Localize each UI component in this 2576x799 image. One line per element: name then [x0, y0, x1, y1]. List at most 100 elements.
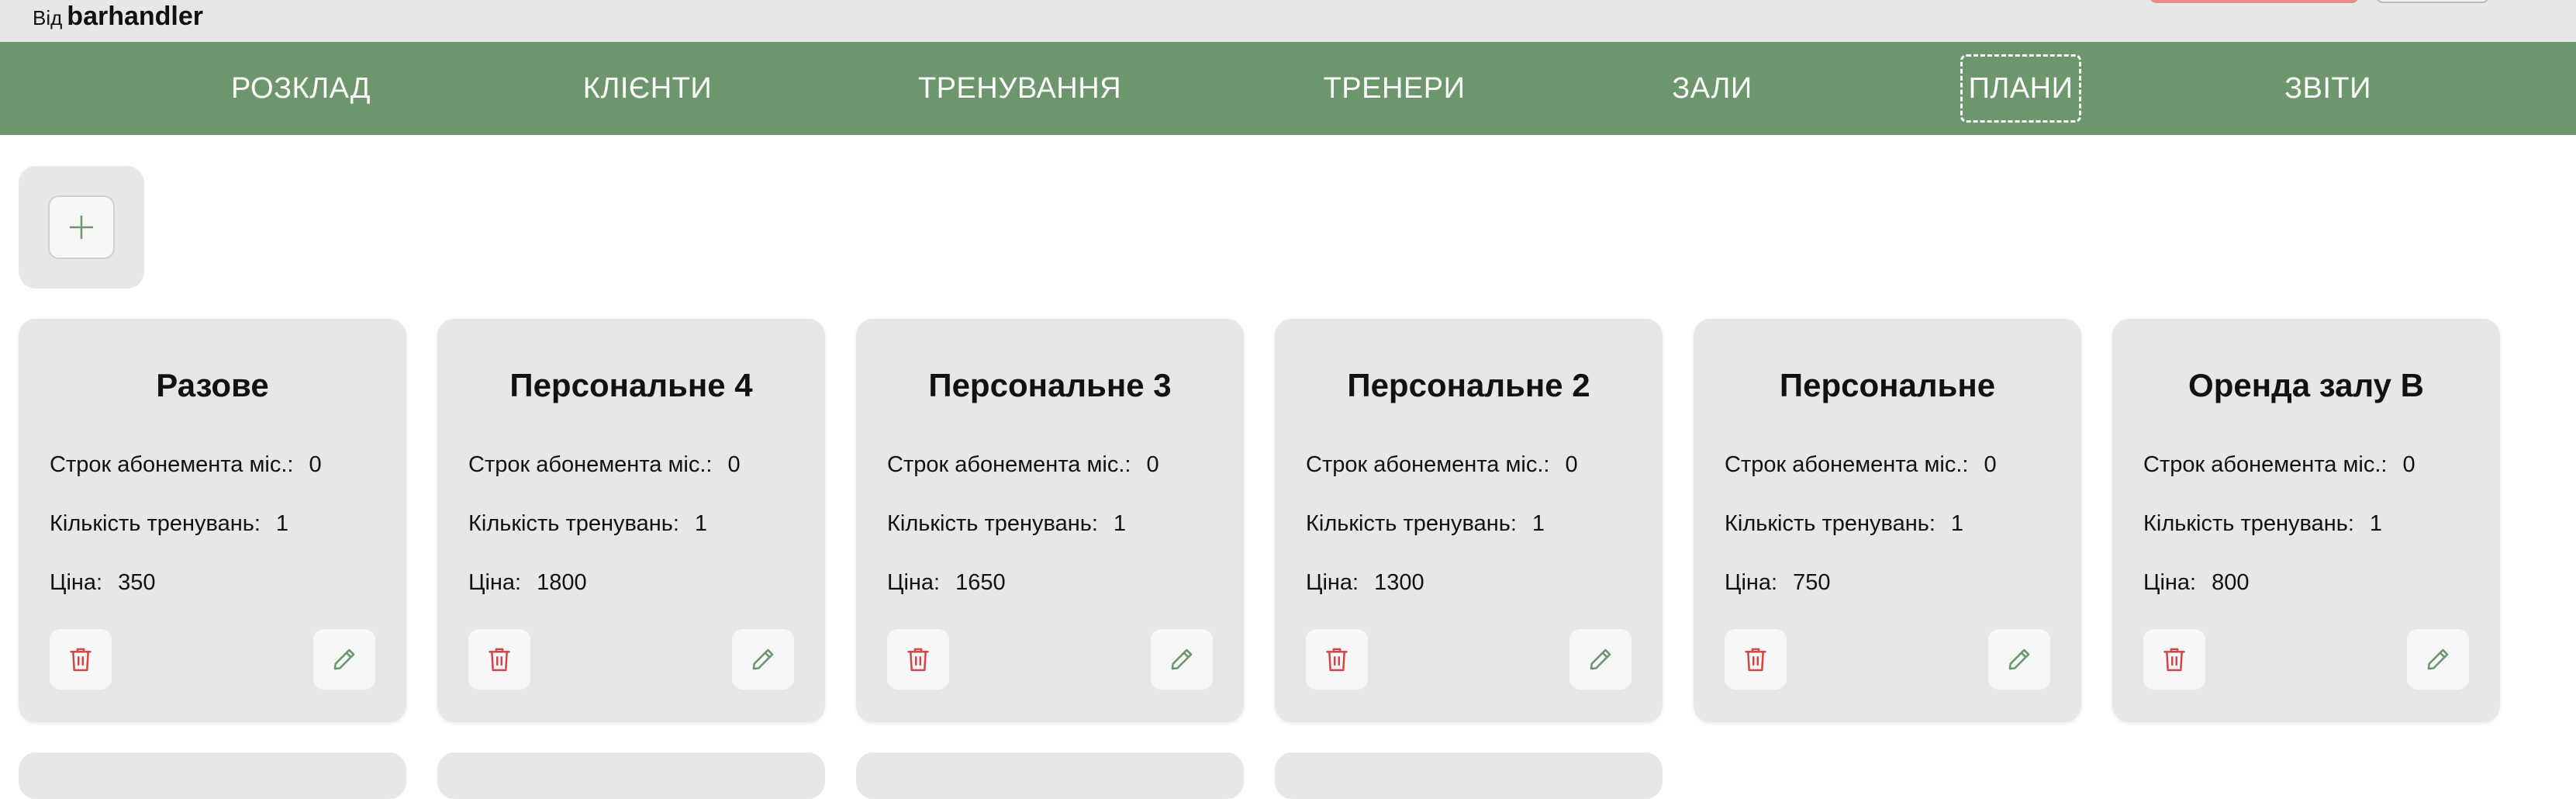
add-plan-tile [19, 166, 144, 289]
pencil-icon [1590, 649, 1611, 670]
term-row: Строк абонемента міс.: 0 [50, 452, 322, 478]
term-value: 0 [727, 452, 741, 477]
plus-icon [70, 216, 93, 239]
nav-label: ЗАЛИ [1672, 71, 1752, 105]
nav-item-clients[interactable]: КЛІЄНТИ [577, 54, 718, 123]
top-gray-button[interactable] [2376, 0, 2489, 3]
plan-card: Персональне 4 Строк абонемента міс.: 0 Кі… [437, 319, 825, 722]
nav-item-trainings[interactable]: ТРЕНУВАННЯ [915, 54, 1124, 123]
price-row: Ціна: 800 [2143, 570, 2250, 596]
count-value: 1 [275, 511, 289, 536]
term-value: 0 [309, 452, 322, 477]
price-value: 800 [2212, 570, 2250, 595]
nav-item-trainers[interactable]: ТРЕНЕРИ [1318, 54, 1470, 123]
plan-card: Разове Строк абонемента міс.: 0 Кількість… [19, 319, 406, 722]
delete-plan-button[interactable] [50, 629, 112, 690]
plan-name: Персональне 2 [1347, 367, 1590, 403]
count-label: Кількість тренувань: [2143, 511, 2354, 536]
edit-plan-button[interactable] [2407, 629, 2469, 690]
price-row: Ціна: 350 [50, 570, 156, 596]
term-row: Строк абонемента міс.: 0 [468, 452, 741, 478]
nav-label: КЛІЄНТИ [582, 71, 713, 105]
trash-icon [2163, 648, 2185, 672]
nav-item-reports[interactable]: ЗВІТИ [2283, 54, 2373, 123]
term-label: Строк абонемента міс.: [1306, 452, 1550, 477]
delete-plan-button[interactable] [468, 629, 530, 690]
nav-label: ТРЕНЕРИ [1323, 71, 1466, 105]
count-value: 1 [1113, 511, 1127, 536]
edit-plan-button[interactable] [1151, 629, 1213, 690]
term-row: Строк абонемента міс.: 0 [887, 452, 1159, 478]
pencil-icon [2427, 649, 2449, 670]
trash-icon [70, 648, 92, 672]
price-label: Ціна: [887, 570, 941, 595]
term-row: Строк абонемента міс.: 0 [1725, 452, 1997, 478]
edit-plan-button[interactable] [313, 629, 375, 690]
author-prefix: Від [33, 6, 63, 29]
pencil-icon [752, 649, 774, 670]
nav-item-schedule[interactable]: РОЗКЛАД [223, 54, 378, 123]
delete-plan-button[interactable] [887, 629, 949, 690]
plan-card: Оренда залу В Строк абонемента міс.: 0 Кі… [2112, 319, 2500, 722]
count-row: Кількість тренувань: 1 [1306, 511, 1545, 537]
plan-name: Разове [156, 367, 269, 403]
term-label: Строк абонемента міс.: [50, 452, 294, 477]
nav-item-plans[interactable]: ПЛАНИ [1960, 54, 2081, 123]
term-label: Строк абонемента міс.: [1725, 452, 1969, 477]
price-value: 750 [1793, 570, 1831, 595]
trash-icon [1745, 648, 1766, 672]
price-row: Ціна: 1800 [468, 570, 587, 596]
plan-card [856, 752, 1244, 799]
delete-plan-button[interactable] [2143, 629, 2205, 690]
price-row: Ціна: 750 [1725, 570, 1831, 596]
term-row: Строк абонемента міс.: 0 [2143, 452, 2415, 478]
author-username: barhandler [67, 2, 204, 31]
top-bar: Від barhandler [0, 0, 2576, 42]
delete-plan-button[interactable] [1725, 629, 1787, 690]
count-label: Кількість тренувань: [50, 511, 261, 536]
price-value: 350 [118, 570, 156, 595]
nav-label: РОЗКЛАД [231, 71, 371, 105]
count-value: 1 [694, 511, 708, 536]
trash-icon [907, 648, 929, 672]
count-label: Кількість тренувань: [887, 511, 1098, 536]
price-label: Ціна: [50, 570, 103, 595]
price-label: Ціна: [468, 570, 522, 595]
count-value: 1 [1950, 511, 1964, 536]
nav-item-halls[interactable]: ЗАЛИ [1666, 54, 1759, 123]
term-row: Строк абонемента міс.: 0 [1306, 452, 1578, 478]
plan-name: Оренда залу В [2188, 367, 2424, 403]
term-label: Строк абонемента міс.: [2143, 452, 2388, 477]
count-row: Кількість тренувань: 1 [468, 511, 707, 537]
count-label: Кількість тренувань: [468, 511, 679, 536]
nav-label: ЗВІТИ [2284, 71, 2371, 105]
price-value: 1650 [955, 570, 1006, 595]
edit-plan-button[interactable] [1988, 629, 2050, 690]
main-nav [0, 42, 2576, 135]
count-label: Кількість тренувань: [1725, 511, 1935, 536]
add-plan-button[interactable] [48, 195, 115, 259]
nav-label: ПЛАНИ [1968, 71, 2074, 105]
pencil-icon [2008, 649, 2030, 670]
price-row: Ціна: 1300 [1306, 570, 1424, 596]
edit-plan-button[interactable] [732, 629, 794, 690]
plan-card: Персональне Строк абонемента міс.: 0 Кіль… [1694, 319, 2081, 722]
pencil-icon [333, 649, 355, 670]
term-value: 0 [1984, 452, 1997, 477]
count-row: Кількість тренувань: 1 [2143, 511, 2382, 537]
top-red-button[interactable] [2150, 0, 2359, 3]
term-value: 0 [1146, 452, 1159, 477]
term-value: 0 [2402, 452, 2415, 477]
nav-label: ТРЕНУВАННЯ [917, 71, 1122, 105]
trash-icon [1326, 648, 1348, 672]
count-row: Кількість тренувань: 1 [1725, 511, 1963, 537]
delete-plan-button[interactable] [1306, 629, 1368, 690]
pencil-icon [1171, 649, 1193, 670]
count-row: Кількість тренувань: 1 [50, 511, 288, 537]
count-value: 1 [2369, 511, 2383, 536]
term-value: 0 [1565, 452, 1578, 477]
edit-plan-button[interactable] [1569, 629, 1632, 690]
count-label: Кількість тренувань: [1306, 511, 1517, 536]
plan-card: Персональне 3 Строк абонемента міс.: 0 Кі… [856, 319, 1244, 722]
price-label: Ціна: [2143, 570, 2197, 595]
